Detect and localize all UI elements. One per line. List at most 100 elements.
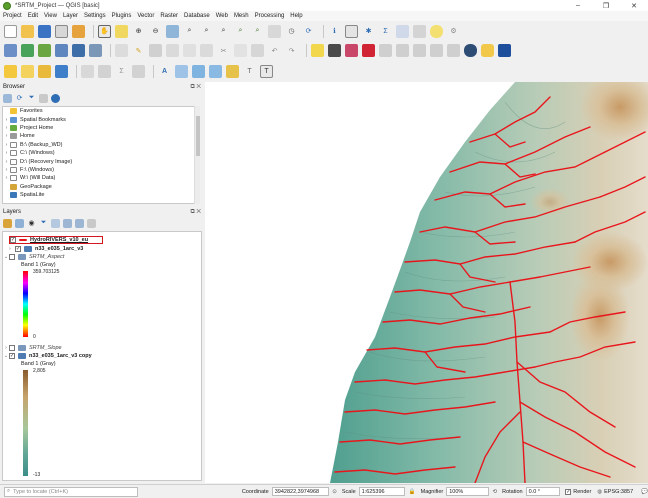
add-raster-layer-icon[interactable] xyxy=(55,44,68,57)
refresh-icon[interactable]: ⟳ xyxy=(15,94,24,103)
info-icon[interactable] xyxy=(51,93,60,103)
settings-gear-icon[interactable]: ✱ xyxy=(362,25,375,38)
pan-map-icon[interactable]: ✋ xyxy=(98,24,111,38)
open-project-icon[interactable] xyxy=(21,24,34,38)
layer-visibility-checkbox[interactable] xyxy=(9,345,15,351)
pan-to-selection-icon[interactable] xyxy=(115,24,128,38)
remove-layer-icon[interactable] xyxy=(87,218,96,228)
text-annotation-icon[interactable]: A xyxy=(158,65,171,78)
map-canvas[interactable] xyxy=(205,82,648,483)
layers-tree[interactable]: ✓ HydroRIVERS_v10_eu › ✓ n33_e035_1arc_v… xyxy=(2,231,202,481)
new-print-layout-icon[interactable] xyxy=(55,24,68,38)
measure-line-icon[interactable] xyxy=(413,24,426,38)
label-show-hide-icon[interactable] xyxy=(345,44,358,57)
plugin-globe-icon[interactable] xyxy=(464,44,477,57)
filter-expression-icon[interactable] xyxy=(51,218,60,228)
add-selected-layers-icon[interactable] xyxy=(3,93,12,103)
zoom-native-icon[interactable]: ⌕ xyxy=(217,25,230,38)
layer-srtm-aspect[interactable]: ⌄ SRTM_Aspect xyxy=(3,253,64,261)
crs-button[interactable]: EPSG:3857 xyxy=(604,489,633,495)
add-vector-layer-icon[interactable] xyxy=(38,44,51,57)
select-location-icon[interactable] xyxy=(55,64,68,78)
menu-view[interactable]: View xyxy=(44,13,57,19)
plugin-book-icon[interactable] xyxy=(498,44,511,57)
menu-layer[interactable]: Layer xyxy=(63,13,78,19)
browser-tree[interactable]: Favorites › Spatial Bookmarks › Project Ho… xyxy=(2,106,196,204)
stats-icon[interactable]: Σ xyxy=(115,65,128,78)
vertex-tool-icon[interactable] xyxy=(183,44,196,57)
style-brush-icon[interactable] xyxy=(3,218,12,228)
georeferencer-icon[interactable] xyxy=(209,64,222,78)
delete-selected-icon[interactable] xyxy=(200,44,213,57)
edits-icon[interactable] xyxy=(115,44,128,57)
save-project-icon[interactable] xyxy=(38,24,51,38)
coordinate-field[interactable]: 3942822,3974968 xyxy=(271,487,330,496)
paste-features-icon[interactable] xyxy=(251,44,264,57)
label-move-icon[interactable] xyxy=(362,44,375,57)
menu-settings[interactable]: Settings xyxy=(84,13,106,19)
render-checkbox[interactable]: ✓ xyxy=(565,488,572,495)
rotation-spinbox[interactable]: 0.0 ° xyxy=(525,487,561,496)
annotation-icon[interactable]: ⚙ xyxy=(447,25,460,38)
select-features-icon[interactable] xyxy=(4,64,17,78)
new-project-icon[interactable] xyxy=(4,24,17,38)
minimize-button[interactable]: – xyxy=(564,0,592,11)
measure-icon[interactable] xyxy=(396,24,409,38)
menu-raster[interactable]: Raster xyxy=(160,13,178,19)
show-labels-icon[interactable] xyxy=(226,64,239,78)
zoom-layer-icon[interactable]: ⌕ xyxy=(200,25,213,38)
zoom-next-icon[interactable]: ⌕ xyxy=(251,25,264,38)
list-item[interactable]: SpatiaLite xyxy=(3,191,195,199)
layer-visibility-checkbox[interactable]: ✓ xyxy=(15,246,21,252)
redo-icon[interactable]: ↷ xyxy=(285,44,298,57)
text-format-icon[interactable]: T xyxy=(243,65,256,78)
magnifier-spinbox[interactable]: 100% xyxy=(446,487,489,496)
list-item[interactable]: › F:\ (Windows) xyxy=(3,166,195,174)
menu-web[interactable]: Web xyxy=(216,13,228,19)
temporal-controller-icon[interactable]: ◷ xyxy=(285,25,298,38)
list-item[interactable]: › Project Home xyxy=(3,124,195,132)
new-layer-icon[interactable] xyxy=(21,44,34,57)
menu-help[interactable]: Help xyxy=(290,13,302,19)
add-virtual-layer-icon[interactable] xyxy=(89,44,102,57)
layer-visibility-checkbox[interactable]: ✓ xyxy=(10,237,16,243)
toolbox-icon[interactable] xyxy=(98,64,111,78)
refresh-icon[interactable]: ⟳ xyxy=(302,25,315,38)
list-item[interactable]: › D:\ (Recovery Image) xyxy=(3,157,195,165)
deselect-icon[interactable] xyxy=(38,64,51,78)
style-manager-icon[interactable] xyxy=(72,24,85,38)
diagram-icon[interactable] xyxy=(413,44,426,57)
scale-field[interactable]: 1:625396 xyxy=(358,487,405,496)
label-unpin-icon[interactable] xyxy=(447,44,460,57)
layer-visibility-checkbox[interactable] xyxy=(9,254,15,260)
python-console-icon[interactable] xyxy=(481,44,494,57)
node-tool-icon[interactable] xyxy=(192,64,205,78)
browser-scrollbar[interactable] xyxy=(194,106,200,204)
collapse-all-icon[interactable] xyxy=(39,93,48,103)
identify-features-icon[interactable]: ℹ xyxy=(328,25,341,38)
visibility-eye-icon[interactable]: ◉ xyxy=(27,219,36,228)
list-item[interactable]: GeoPackage xyxy=(3,183,195,191)
save-edits-icon[interactable] xyxy=(149,44,162,57)
data-source-manager-icon[interactable] xyxy=(4,44,17,57)
layer-n33-e035[interactable]: › ✓ n33_e035_1arc_v3 xyxy=(9,245,83,253)
layer-hydrorivers[interactable]: ✓ HydroRIVERS_v10_eu xyxy=(9,236,103,244)
menu-processing[interactable]: Processing xyxy=(255,13,285,19)
lock-scale-icon[interactable]: 🔒 xyxy=(409,489,416,495)
field-calculator-icon[interactable] xyxy=(81,64,94,78)
measure-area-icon[interactable] xyxy=(132,64,145,78)
menu-database[interactable]: Database xyxy=(184,13,210,19)
list-item[interactable]: › W:\ (Will Data) xyxy=(3,174,195,182)
locator-search-input[interactable]: ⌕ Type to locate (Ctrl+K) xyxy=(4,486,138,497)
label-pin-icon[interactable] xyxy=(328,44,341,57)
messages-icon[interactable]: 💬 xyxy=(641,489,648,495)
zoom-out-icon[interactable]: ⊖ xyxy=(149,25,162,38)
menu-mesh[interactable]: Mesh xyxy=(234,13,249,19)
menu-plugins[interactable]: Plugins xyxy=(112,13,132,19)
label-layer-icon[interactable]: T xyxy=(260,64,273,78)
label-tool-icon[interactable] xyxy=(311,44,324,57)
toggle-extents-icon[interactable]: ⊙ xyxy=(332,489,337,495)
select-by-value-icon[interactable] xyxy=(21,64,34,78)
label-change-icon[interactable] xyxy=(396,44,409,57)
maximize-button[interactable]: ❐ xyxy=(592,0,620,11)
